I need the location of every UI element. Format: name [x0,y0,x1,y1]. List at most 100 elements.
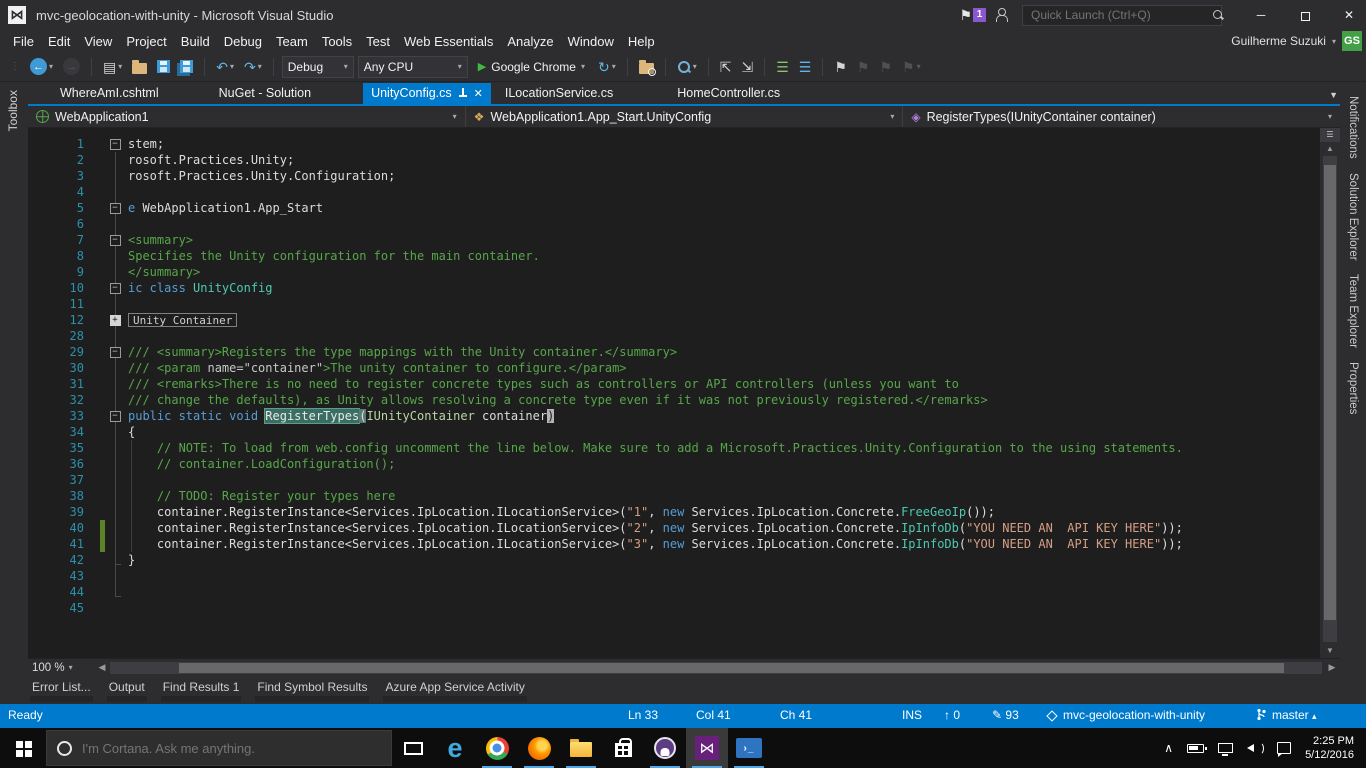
network-icon[interactable] [1218,743,1233,753]
scroll-left-arrow[interactable]: ◀ [94,662,110,673]
new-project-button[interactable]: ▤▾ [100,58,125,76]
panel-tab-azure-app-service-activity[interactable]: Azure App Service Activity [383,676,526,702]
panel-tab-find-results-1[interactable]: Find Results 1 [161,676,242,702]
save-all-button[interactable] [177,58,196,75]
avatar[interactable]: GS [1342,31,1362,51]
menu-item-file[interactable]: File [6,32,41,51]
collapse-region-icon[interactable]: − [110,347,121,358]
member-dropdown[interactable]: ◈ RegisterTypes(IUnityContainer containe… [903,106,1340,127]
vertical-scrollbar[interactable]: ☰ ▲ ▼ [1320,128,1340,658]
taskbar-app-chrome[interactable] [476,728,518,768]
fold-margin[interactable]: + [106,312,124,328]
document-tab-whereami-cshtml[interactable]: WhereAmI.cshtml [52,83,167,104]
fold-margin[interactable] [106,328,124,344]
branch-indicator[interactable]: master ▴ [1256,708,1317,724]
minimize-button[interactable]: ─ [1244,3,1278,27]
taskbar-clock[interactable]: 2:25 PM 5/12/2016 [1305,734,1354,762]
document-tab-unityconfig-cs[interactable]: UnityConfig.cs✕ [363,83,491,104]
show-hidden-icons-chevron[interactable]: ∧ [1164,741,1173,755]
panel-tab-output[interactable]: Output [107,676,147,702]
close-button[interactable]: ✕ [1332,3,1366,27]
navigate-forward-button[interactable]: → [60,56,83,77]
open-file-button[interactable] [129,58,150,76]
zoom-level-dropdown[interactable]: 100 % ▾ [28,660,94,676]
fold-margin[interactable] [106,504,124,520]
taskbar-app-task-view[interactable] [392,728,434,768]
taskbar-app-edge[interactable]: e [434,728,476,768]
tab-overflow-chevron-icon[interactable]: ▼ [1329,90,1338,100]
fold-margin[interactable] [106,600,124,616]
taskbar-app-visual-studio[interactable]: ⋈ [686,728,728,768]
panel-tab-error-list-[interactable]: Error List... [30,676,93,702]
menu-item-analyze[interactable]: Analyze [500,32,560,51]
cortana-search-box[interactable] [46,730,392,766]
pending-edits-indicator[interactable]: ✎ 93 [992,708,1019,722]
fold-margin[interactable] [106,424,124,440]
fold-margin[interactable] [106,584,124,600]
fold-margin[interactable] [106,456,124,472]
split-editor-handle[interactable]: ☰ [1320,128,1340,142]
fold-margin[interactable] [106,392,124,408]
quick-launch-input[interactable] [1022,5,1222,26]
start-button[interactable] [0,728,46,768]
previous-bookmark-button[interactable]: ⚑ [854,58,873,76]
taskbar-app-file-explorer[interactable] [560,728,602,768]
decrease-indent-button[interactable]: ☰ [773,58,792,76]
fold-margin[interactable] [106,296,124,312]
browser-link-find-button[interactable]: ▾ [674,58,700,76]
fold-margin[interactable] [106,520,124,536]
toggle-bookmark-button[interactable]: ⚑ [831,58,850,76]
menu-item-tools[interactable]: Tools [315,32,359,51]
collapse-region-icon[interactable]: − [110,411,121,422]
title-bar[interactable]: ⋈ mvc-geolocation-with-unity - Microsoft… [0,0,1366,30]
fold-margin[interactable] [106,360,124,376]
menu-item-edit[interactable]: Edit [41,32,77,51]
code-editor[interactable]: 1−stem;2rosoft.Practices.Unity;3rosoft.P… [28,128,1320,658]
increase-indent-button[interactable]: ☰ [796,58,815,76]
fold-margin[interactable]: − [106,280,124,296]
collapse-region-icon[interactable]: − [110,139,121,150]
project-dropdown[interactable]: WebApplication1 ▾ [28,106,466,127]
collapse-region-icon[interactable]: − [110,203,121,214]
restore-button[interactable] [1288,3,1322,27]
menu-item-view[interactable]: View [77,32,119,51]
panel-tab-find-symbol-results[interactable]: Find Symbol Results [255,676,369,702]
collapse-region-icon[interactable]: − [110,283,121,294]
fold-margin[interactable] [106,568,124,584]
vertical-scroll-track[interactable] [1323,156,1337,642]
menu-item-build[interactable]: Build [174,32,217,51]
menu-item-help[interactable]: Help [621,32,662,51]
sidebar-tab-team-explorer[interactable]: Team Explorer [1347,274,1359,348]
taskbar-app-github-desktop[interactable] [644,728,686,768]
volume-icon[interactable] [1247,742,1263,754]
refresh-browser-button[interactable]: ↻▾ [595,58,619,76]
fold-margin[interactable] [106,152,124,168]
collapse-region-icon[interactable]: − [110,235,121,246]
taskbar-app-firefox[interactable] [518,728,560,768]
sidebar-tab-toolbox[interactable]: Toolbox [0,84,26,137]
taskbar-app-store[interactable] [602,728,644,768]
platform-combo[interactable]: Any CPU▾ [358,56,468,78]
battery-icon[interactable] [1187,744,1204,753]
scroll-down-arrow[interactable]: ▼ [1326,644,1334,658]
start-debug[interactable]: ▶Google Chrome▾ [472,58,591,76]
account-name[interactable]: Guilherme Suzuki [1231,34,1326,48]
fold-margin[interactable] [106,488,124,504]
fold-margin[interactable] [106,264,124,280]
menu-item-window[interactable]: Window [561,32,621,51]
horizontal-scroll-track[interactable] [110,662,1322,674]
menu-item-team[interactable]: Team [269,32,315,51]
feedback-icon[interactable] [996,8,1012,22]
fold-margin[interactable] [106,216,124,232]
type-dropdown[interactable]: ❖ WebApplication1.App_Start.UnityConfig … [466,106,904,127]
menu-item-project[interactable]: Project [119,32,173,51]
sidebar-tab-solution-explorer[interactable]: Solution Explorer [1347,173,1359,261]
fold-margin[interactable] [106,472,124,488]
horizontal-scroll-thumb[interactable] [179,663,1284,673]
outgoing-commits-indicator[interactable]: ↑ 0 [944,708,960,722]
fold-margin[interactable] [106,536,124,552]
find-in-files-button[interactable] [636,58,657,76]
fold-margin[interactable]: − [106,200,124,216]
fold-margin[interactable] [106,552,124,568]
expand-region-icon[interactable]: + [110,315,121,326]
